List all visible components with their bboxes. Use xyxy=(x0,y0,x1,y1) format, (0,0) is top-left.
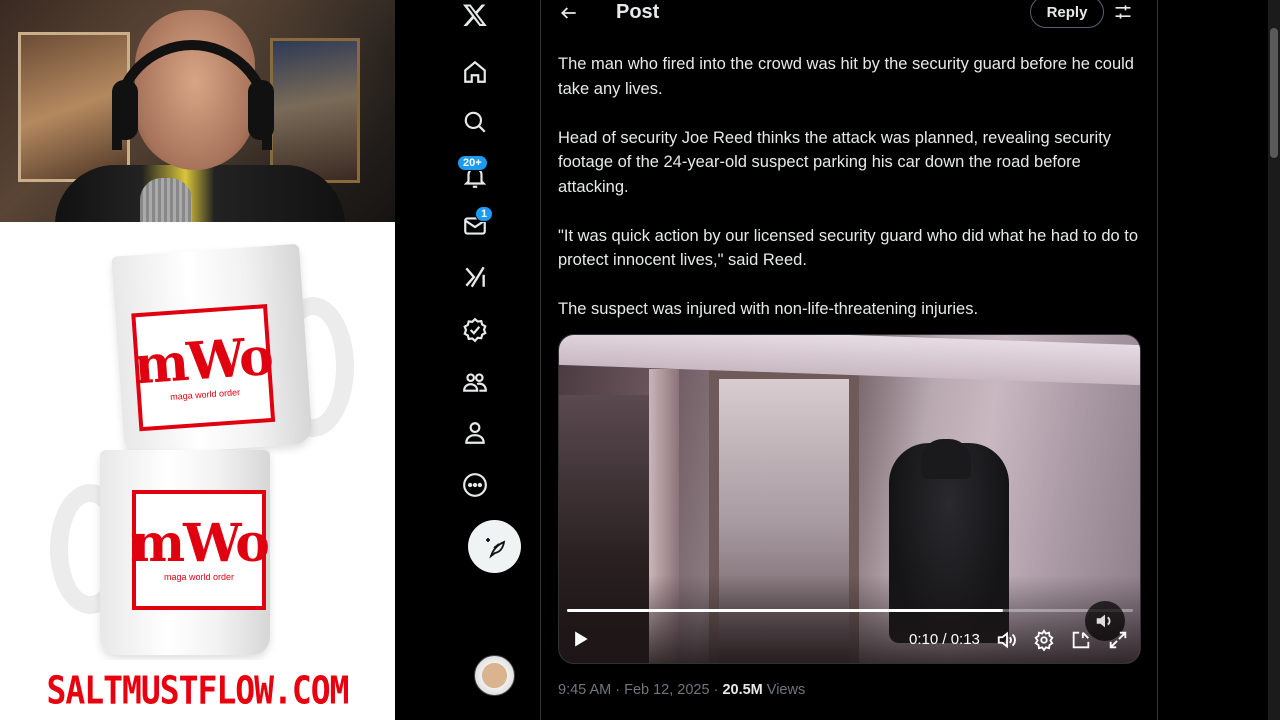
home-icon xyxy=(464,60,486,83)
messages-badge: 1 xyxy=(475,206,494,222)
merch-mugs-image: mWo maga world order mWo maga world orde… xyxy=(0,222,395,660)
compose-post-button[interactable] xyxy=(468,520,521,573)
logo-text: mWo xyxy=(131,325,274,397)
volume-icon[interactable] xyxy=(996,629,1018,651)
wall-painting xyxy=(270,38,360,183)
post-header: Post Reply xyxy=(541,0,1159,28)
tweet-paragraph: "It was quick action by our licensed sec… xyxy=(558,226,1139,270)
video-time: 0:10 / 0:13 xyxy=(909,631,980,648)
sidebar-item-notifications[interactable]: 20+ xyxy=(455,155,495,197)
sidebar-item-more[interactable] xyxy=(455,465,495,505)
mug-logo: mWo maga world order xyxy=(131,304,276,432)
tweet-time[interactable]: 9:45 AM xyxy=(558,682,611,698)
logo-subtext: maga world order xyxy=(163,572,235,582)
mug-top: mWo maga world order xyxy=(111,243,313,457)
logo-text: mWo xyxy=(130,513,270,574)
sliders-icon[interactable] xyxy=(1113,2,1133,22)
sidebar-item-messages[interactable]: 1 xyxy=(455,206,495,246)
tweet-date[interactable]: Feb 12, 2025 xyxy=(624,682,709,698)
sidebar-item-grok[interactable] xyxy=(455,257,495,297)
screen: mWo maga world order mWo maga world orde… xyxy=(0,0,1280,720)
video-progress-fill xyxy=(567,609,1003,612)
streamer-shirt xyxy=(55,165,345,222)
sidebar-item-explore[interactable] xyxy=(455,102,495,142)
picture-in-picture-icon[interactable] xyxy=(1070,629,1092,651)
tweet-paragraph: The suspect was injured with non-life-th… xyxy=(558,300,979,318)
sidebar-item-profile[interactable] xyxy=(455,413,495,453)
tweet-paragraph: Head of security Joe Reed thinks the att… xyxy=(558,128,1112,196)
tweet-paragraph: The man who fired into the crowd was hit… xyxy=(558,55,1134,98)
site-banner-text: SALTMUSTFLOW.COM xyxy=(46,667,350,713)
site-banner: SALTMUSTFLOW.COM xyxy=(0,660,395,720)
notifications-badge: 20+ xyxy=(457,155,488,171)
views-label: Views xyxy=(766,682,806,698)
grok-icon xyxy=(465,266,485,288)
tweet-body: The man who fired into the crowd was hit… xyxy=(558,52,1148,346)
video-progress-bar[interactable] xyxy=(567,609,1133,612)
mug-logo: mWo maga world order xyxy=(130,490,270,610)
scrollbar-thumb[interactable] xyxy=(1270,28,1278,158)
page-title: Post xyxy=(616,1,660,23)
right-sidebar xyxy=(1158,0,1280,720)
post-detail-column: Post Reply The man who fired into the cr… xyxy=(540,0,1158,720)
settings-gear-icon[interactable] xyxy=(1033,629,1055,651)
sidebar-item-verified[interactable] xyxy=(455,310,495,350)
x-logo-link[interactable] xyxy=(455,0,495,35)
stream-overlay-panel: mWo maga world order mWo maga world orde… xyxy=(0,0,395,720)
fullscreen-icon[interactable] xyxy=(1107,629,1129,651)
profile-icon xyxy=(465,422,485,444)
video-player[interactable]: 0:10 / 0:13 xyxy=(558,334,1141,664)
verified-icon xyxy=(463,317,487,343)
sidebar-nav: 20+ 1 xyxy=(395,0,540,720)
mug-bottom: mWo maga world order xyxy=(100,450,270,655)
tweet-meta: 9:45 AM · Feb 12, 2025 · 20.5M Views xyxy=(558,682,806,698)
communities-icon xyxy=(463,373,487,392)
page-scrollbar[interactable] xyxy=(1268,0,1280,720)
reply-button[interactable]: Reply xyxy=(1030,0,1104,28)
webcam-feed xyxy=(0,0,395,222)
back-arrow-icon[interactable] xyxy=(559,3,579,23)
account-avatar[interactable] xyxy=(474,655,515,696)
search-icon xyxy=(464,111,486,133)
play-icon[interactable] xyxy=(571,629,591,649)
feather-plus-icon xyxy=(485,537,505,558)
x-logo-icon xyxy=(462,4,487,27)
views-count: 20.5M xyxy=(722,682,763,698)
sidebar-item-home[interactable] xyxy=(455,52,495,92)
microphone xyxy=(140,178,192,222)
sidebar-item-communities[interactable] xyxy=(455,362,495,402)
more-circle-icon xyxy=(463,473,487,497)
video-controls: 0:10 / 0:13 xyxy=(559,621,1140,657)
